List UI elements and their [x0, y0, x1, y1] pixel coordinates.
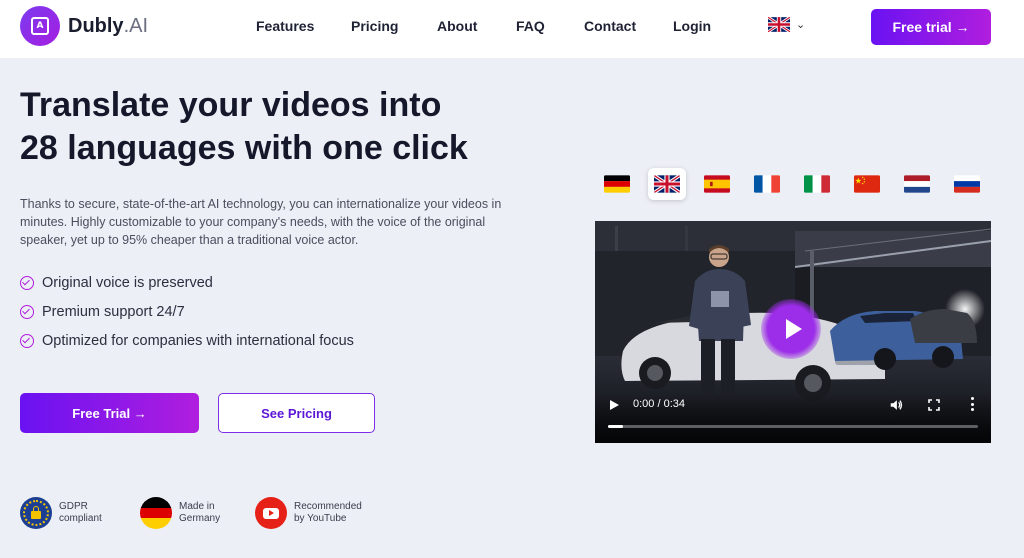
france-flag-icon: [754, 175, 780, 193]
flag-button-russia[interactable]: [948, 168, 986, 200]
video-progress-track[interactable]: [608, 425, 978, 428]
nav-link-login[interactable]: Login: [673, 18, 711, 34]
flag-button-germany[interactable]: [598, 168, 636, 200]
check-circle-icon: [20, 305, 34, 319]
uk-flag-icon: [654, 175, 680, 193]
nav-link-pricing[interactable]: Pricing: [351, 18, 398, 34]
more-options-icon[interactable]: [970, 397, 974, 411]
video-play-overlay-button[interactable]: [761, 299, 821, 359]
badge-gdpr: GDPR compliant: [20, 497, 102, 529]
russia-flag-icon: [954, 175, 980, 193]
flag-button-united-kingdom[interactable]: [648, 168, 686, 200]
chevron-down-icon: ⌄: [796, 18, 806, 31]
nav-link-features[interactable]: Features: [256, 18, 314, 34]
video-player[interactable]: 0:00 / 0:34: [595, 221, 991, 443]
italy-flag-icon: [804, 175, 830, 193]
logo-icon[interactable]: A: [20, 6, 60, 46]
badge-youtube: Recommended by YouTube: [255, 497, 362, 529]
flag-button-spain[interactable]: [698, 168, 736, 200]
nav-link-faq[interactable]: FAQ: [516, 18, 545, 34]
feature-label: Original voice is preserved: [42, 275, 213, 291]
fullscreen-icon[interactable]: [928, 399, 940, 411]
eu-gdpr-lock-icon: [20, 497, 52, 529]
feature-item: Original voice is preserved: [20, 275, 213, 291]
check-circle-icon: [20, 334, 34, 348]
badge-gdpr-line2: compliant: [59, 513, 102, 524]
china-flag-icon: [854, 175, 880, 193]
feature-item: Optimized for companies with internation…: [20, 333, 354, 349]
netherlands-flag-icon: [904, 175, 930, 193]
top-navigation: A Dubly.AI Features Pricing About FAQ Co…: [0, 0, 1024, 58]
flag-button-italy[interactable]: [798, 168, 836, 200]
free-trial-button[interactable]: Free Trial →: [20, 393, 199, 433]
nav-link-about[interactable]: About: [437, 18, 477, 34]
hero-headline: Translate your videos into 28 languages …: [20, 84, 580, 170]
spain-flag-icon: [704, 175, 730, 193]
flag-button-china[interactable]: [848, 168, 886, 200]
brand-name[interactable]: Dubly.AI: [68, 15, 148, 38]
headline-line-1: Translate your videos into: [20, 86, 442, 124]
nav-free-trial-button[interactable]: Free trial →: [871, 9, 991, 45]
germany-flag-icon: [604, 175, 630, 193]
flag-button-france[interactable]: [748, 168, 786, 200]
badge-germany-line1: Made in: [179, 501, 215, 512]
video-time: 0:00 / 0:34: [633, 398, 685, 410]
badge-youtube-line1: Recommended: [294, 501, 362, 512]
play-icon[interactable]: [610, 400, 619, 410]
nav-link-contact[interactable]: Contact: [584, 18, 636, 34]
feature-item: Premium support 24/7: [20, 304, 185, 320]
video-progress-fill: [608, 425, 623, 428]
language-selector[interactable]: ⌄: [768, 17, 805, 32]
badge-gdpr-line1: GDPR: [59, 501, 88, 512]
feature-label: Premium support 24/7: [42, 304, 185, 320]
feature-label: Optimized for companies with internation…: [42, 333, 354, 349]
badge-germany-line2: Germany: [179, 513, 221, 524]
germany-flag-icon: [140, 497, 172, 529]
badge-youtube-line2: by YouTube: [294, 513, 347, 524]
see-pricing-button[interactable]: See Pricing: [218, 393, 375, 433]
badge-made-in-germany: Made in Germany: [140, 497, 220, 529]
headline-line-2: 28 languages with one click: [20, 129, 468, 167]
volume-icon[interactable]: [889, 398, 903, 412]
flag-button-netherlands[interactable]: [898, 168, 936, 200]
hero-intro-text: Thanks to secure, state-of-the-art AI te…: [20, 197, 502, 247]
youtube-icon: [255, 497, 287, 529]
uk-flag-icon: [768, 17, 790, 32]
check-circle-icon: [20, 276, 34, 290]
